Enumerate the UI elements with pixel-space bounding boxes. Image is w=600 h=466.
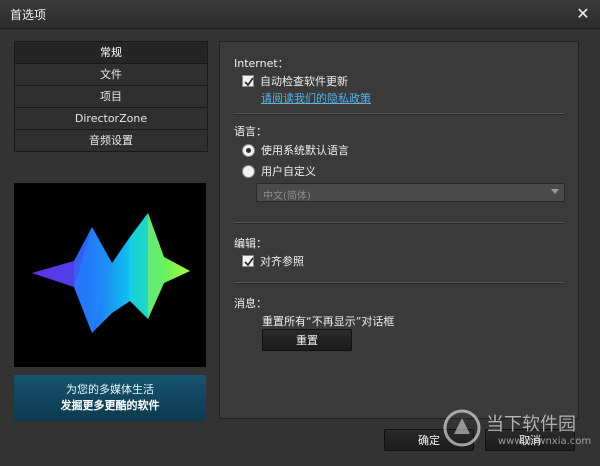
divider [234, 282, 564, 284]
chevron-down-icon [551, 189, 559, 194]
language-select[interactable]: 中文(简体) [256, 183, 565, 202]
divider [234, 113, 564, 115]
nav-item-file[interactable]: 文件 [15, 64, 207, 86]
watermark-url: www.downxia.com [498, 436, 592, 447]
snap-label: 对齐参照 [260, 255, 304, 268]
general-settings-panel: Internet： 自动检查软件更新 请阅读我们的隐私政策 语言： 使用系统默认… [219, 41, 579, 419]
nav-item-audio-settings[interactable]: 音频设置 [15, 130, 207, 151]
window-title: 首选项 [10, 8, 47, 22]
snap-row: 对齐参照 [242, 253, 304, 269]
divider [234, 222, 564, 224]
watermark-text: 当下软件园 [486, 414, 576, 435]
language-system-label: 使用系统默认语言 [261, 144, 349, 157]
checkmark-icon [244, 77, 254, 87]
nav-item-general[interactable]: 常规 [15, 42, 207, 64]
messages-section-title: 消息： [234, 297, 267, 310]
product-artwork [14, 183, 206, 367]
snap-checkbox[interactable] [242, 255, 254, 267]
privacy-policy-link[interactable]: 请阅读我们的隐私政策 [261, 90, 371, 106]
language-system-radio[interactable] [242, 143, 255, 157]
auto-update-checkbox[interactable] [242, 75, 254, 87]
preferences-dialog: 常规 文件 项目 DirectorZone 音频设置 为您的多媒体生活 发掘更多… [0, 29, 600, 466]
nav-item-project[interactable]: 项目 [15, 86, 207, 108]
promo-line-2: 发掘更多更酷的软件 [60, 399, 160, 412]
internet-section-title: Internet： [234, 57, 289, 70]
watermark: 当下软件园 www.downxia.com [440, 402, 600, 466]
promo-line-1: 为您的多媒体生活 [66, 383, 154, 396]
language-select-value: 中文(简体) [263, 191, 311, 202]
title-bar: 首选项 ✕ [0, 0, 600, 29]
language-custom-label: 用户自定义 [261, 165, 316, 178]
language-custom-row: 用户自定义 [242, 163, 316, 179]
close-icon[interactable]: ✕ [572, 3, 594, 25]
language-custom-radio[interactable] [242, 164, 255, 178]
language-section-title: 语言： [234, 125, 267, 138]
category-nav: 常规 文件 项目 DirectorZone 音频设置 [14, 41, 208, 152]
promo-banner[interactable]: 为您的多媒体生活 发掘更多更酷的软件 [14, 375, 206, 421]
checkmark-icon [244, 257, 254, 267]
edit-section-title: 编辑： [234, 237, 267, 250]
reset-button[interactable]: 重置 [262, 329, 352, 351]
language-system-row: 使用系统默认语言 [242, 142, 349, 158]
auto-update-label: 自动检查软件更新 [260, 75, 348, 88]
auto-update-row: 自动检查软件更新 [242, 73, 348, 89]
waveform-logo-icon [32, 213, 190, 333]
watermark-logo-icon [443, 409, 481, 447]
reset-dialogs-description: 重置所有“不再显示”对话框 [262, 315, 395, 328]
nav-item-directorzone[interactable]: DirectorZone [15, 108, 207, 130]
